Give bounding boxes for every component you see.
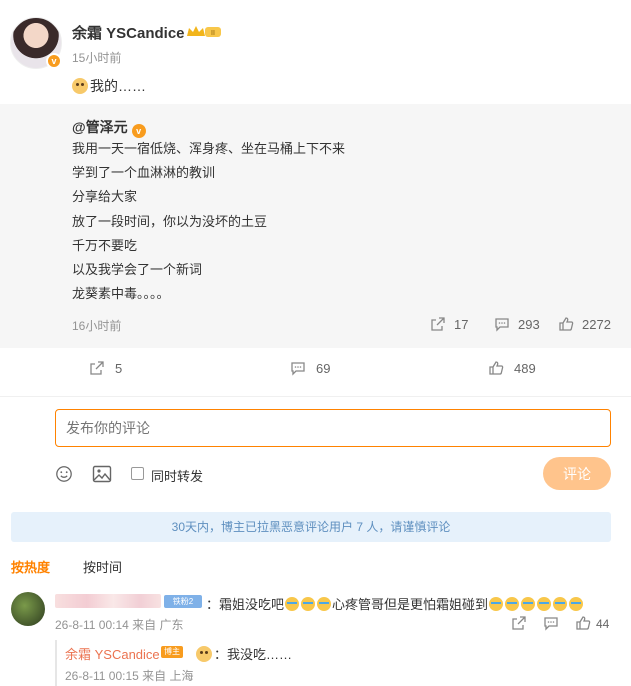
comment-meta: 26-8-11 00:14 来自 广东 (55, 618, 184, 632)
post-time[interactable]: 15小时前 (72, 49, 121, 66)
repost-line: 分享给大家 (72, 189, 138, 205)
reply-thread-line (55, 640, 57, 686)
doge-emoji-icon (72, 78, 88, 94)
vip-crown-icon: II (187, 26, 221, 37)
share-icon[interactable] (511, 615, 527, 631)
doge-emoji-icon (196, 646, 212, 662)
block-notice: 30天内，博主已拉黑恶意评论用户 7 人，请谨慎评论 (11, 512, 611, 542)
like-icon (489, 361, 504, 375)
comment-icon (495, 318, 509, 332)
share-icon (431, 317, 445, 331)
repost-checkbox-label[interactable]: 同时转发 (151, 466, 203, 485)
verified-icon: v (46, 53, 62, 69)
cry-emoji-icon (521, 597, 536, 611)
svg-text:II: II (211, 30, 215, 37)
share-icon (90, 361, 104, 375)
comment-icon[interactable] (543, 615, 559, 631)
cry-emoji-icon (553, 597, 568, 611)
cry-emoji-icon (569, 597, 584, 611)
tab-sort-time[interactable]: 按时间 (83, 557, 122, 576)
repost-time[interactable]: 16小时前 (72, 317, 121, 334)
fan-badge: 铁粉2 (164, 595, 202, 608)
comment-icon (291, 362, 305, 376)
cry-emoji-icon (317, 597, 332, 611)
cry-emoji-icon (301, 597, 316, 611)
verified-icon: v (131, 124, 146, 138)
cry-emoji-icon (537, 597, 552, 611)
reply-text: ：我没吃…… (196, 644, 292, 663)
comment-like-count: 44 (596, 617, 610, 631)
repost-author[interactable]: @管泽元 v (72, 117, 146, 138)
emoji-icon[interactable] (54, 465, 74, 483)
repost-line: 放了一段时间，你以为没坏的土豆 (72, 213, 268, 229)
cry-emoji-icon (489, 597, 504, 611)
comment-text: ：霜姐没吃吧 心疼管哥但是更怕霜姐碰到 (206, 594, 584, 613)
submit-comment-button[interactable]: 评论 (543, 457, 611, 490)
repost-text: 我用一天一宿低烧、浑身疼、坐在马桶上下不来 学到了一个血淋淋的教训 分享给大家 … (72, 137, 345, 306)
repost-share-button[interactable]: 17 (430, 316, 468, 332)
commenter-avatar[interactable] (11, 592, 45, 626)
repost-line: 我用一天一宿低烧、浑身疼、坐在马桶上下不来 (72, 141, 346, 156)
like-button[interactable]: 489 (488, 360, 536, 376)
cry-emoji-icon (505, 597, 520, 611)
comment-input[interactable] (55, 409, 611, 447)
repost-card[interactable]: @管泽元 v 我用一天一宿低烧、浑身疼、坐在马桶上下不来 学到了一个血淋淋的教训 … (0, 104, 631, 348)
divider (0, 396, 631, 397)
cry-emoji-icon (285, 597, 300, 611)
repost-checkbox[interactable] (131, 467, 144, 480)
commenter-name-redacted[interactable] (55, 594, 161, 608)
like-icon[interactable] (575, 615, 591, 631)
post-text: 我的…… (72, 76, 146, 96)
reply-meta: 26-8-11 00:15 来自 上海 (65, 669, 194, 683)
tab-sort-hot[interactable]: 按热度 (11, 557, 50, 576)
like-icon (559, 317, 574, 331)
share-button[interactable]: 5 (89, 360, 122, 376)
repost-line: 龙葵素中毒。。。。 (72, 286, 170, 302)
comment-button[interactable]: 69 (290, 360, 330, 376)
repost-line: 以及我学会了一个新词 (72, 262, 203, 278)
repost-comment-button[interactable]: 293 (494, 316, 540, 332)
repost-line: 千万不要吃 (72, 237, 138, 253)
image-icon[interactable] (92, 465, 112, 483)
reply-author[interactable]: 余霜 YSCandice (65, 644, 160, 663)
host-badge: 博主 (161, 646, 183, 658)
repost-line: 学到了一个血淋淋的教训 (72, 165, 216, 181)
repost-like-button[interactable]: 2272 (558, 316, 611, 332)
author-name[interactable]: 余霜 YSCandice (72, 22, 185, 43)
